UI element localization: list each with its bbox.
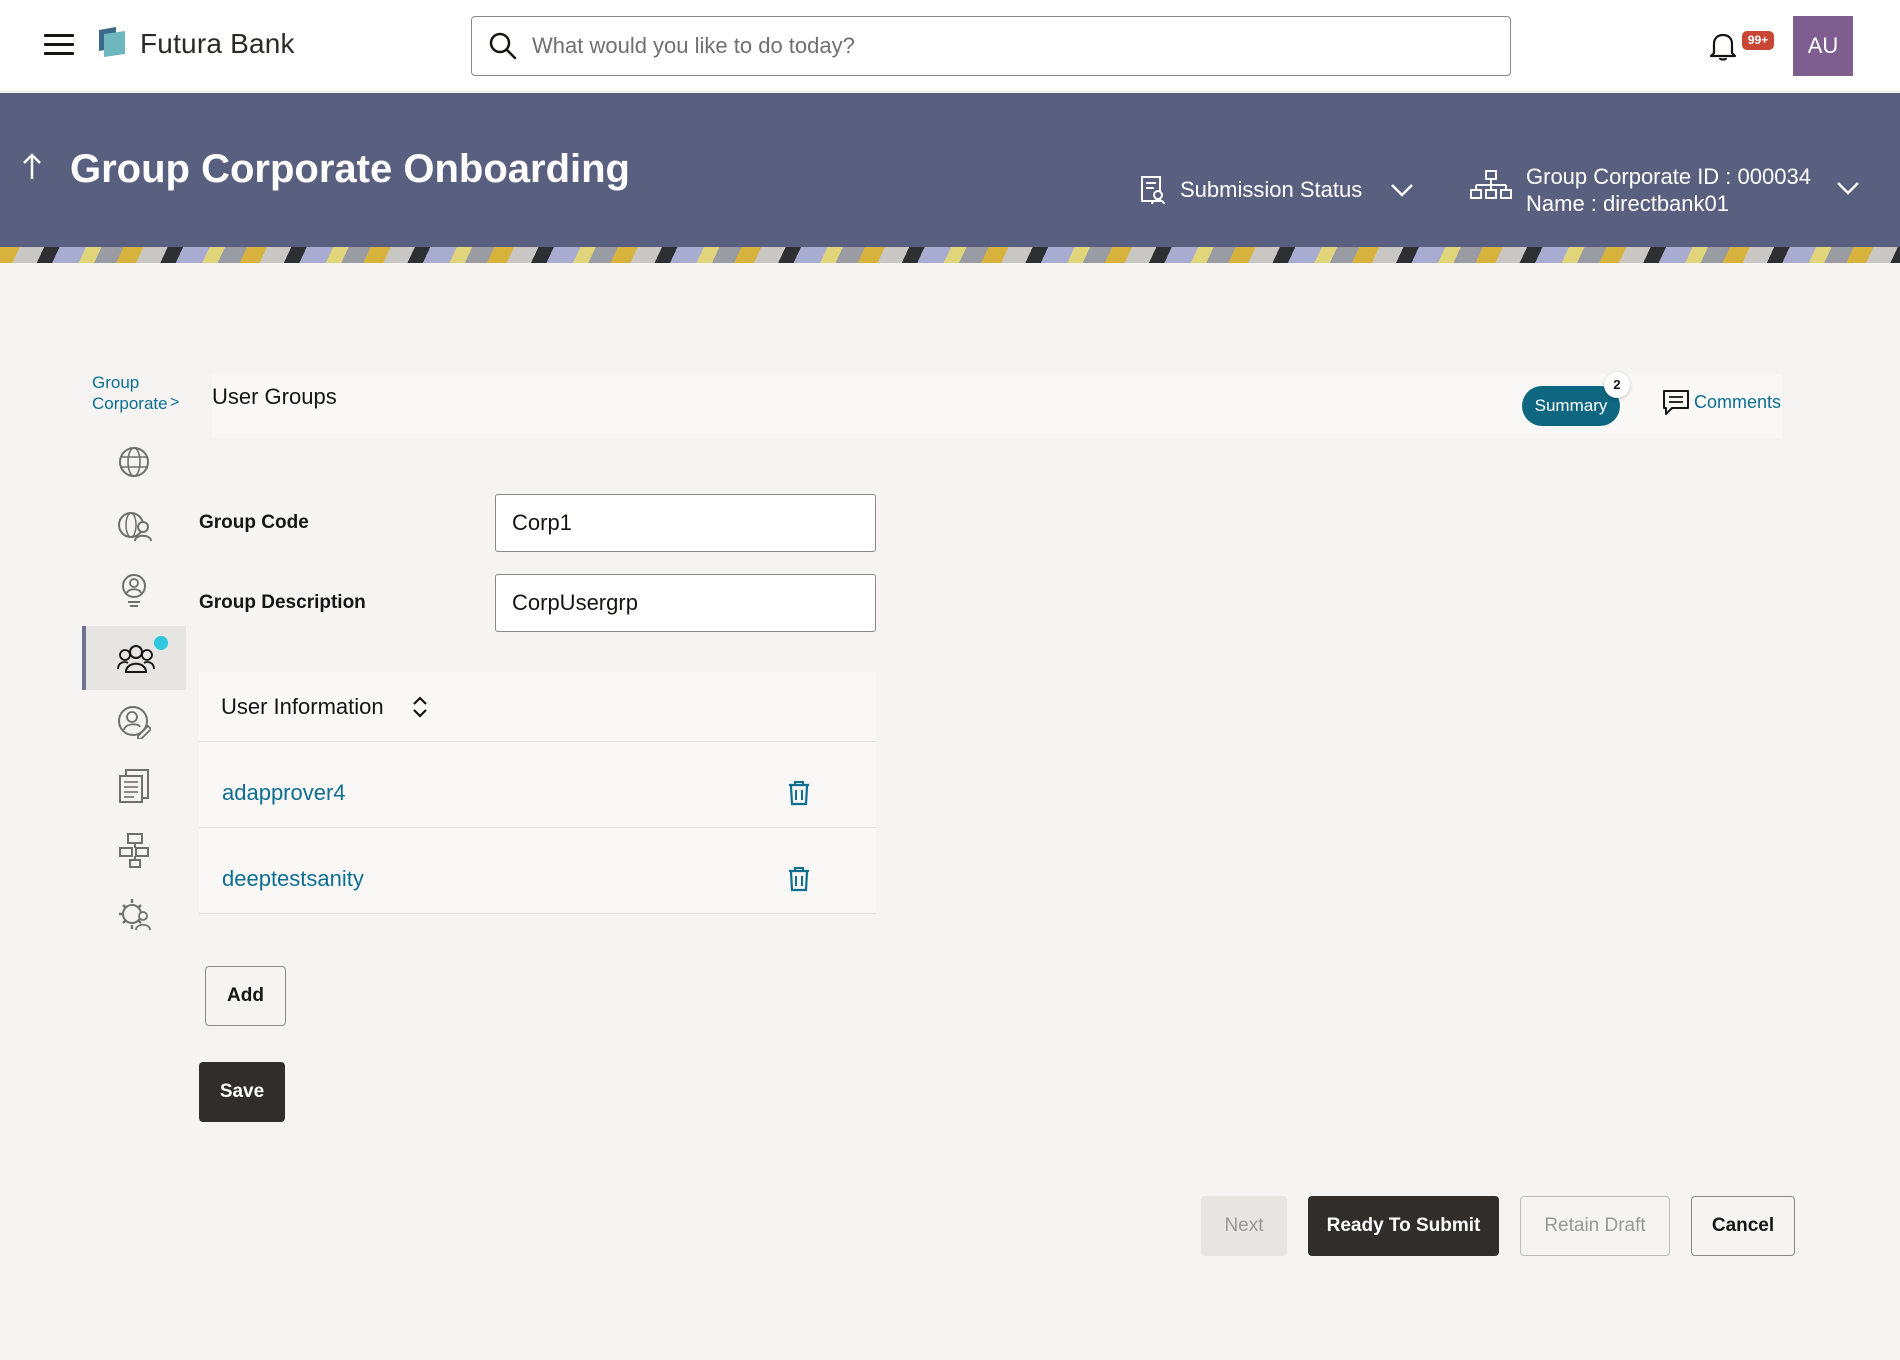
globe-user-icon <box>118 512 152 542</box>
sidebar-item-user-profile[interactable] <box>82 558 186 622</box>
group-description-label: Group Description <box>199 592 366 613</box>
page-header-banner: Group Corporate Onboarding Submission St… <box>0 93 1900 263</box>
sidebar-item-global-users[interactable] <box>82 494 186 558</box>
sidebar-item-user-groups[interactable] <box>82 626 186 690</box>
hamburger-menu-icon[interactable] <box>44 34 74 56</box>
group-code-label: Group Code <box>199 512 309 533</box>
delete-trash-icon[interactable] <box>787 780 811 806</box>
breadcrumb-group-corporate[interactable]: Group Corporate > <box>92 372 187 414</box>
user-information-title: User Information <box>221 694 384 719</box>
back-arrow-icon[interactable] <box>20 151 44 183</box>
sidebar-item-reports[interactable] <box>82 754 186 818</box>
globe-icon <box>119 447 149 477</box>
group-corporate-name: Name : directbank01 <box>1526 191 1729 216</box>
sidebar-item-user-edit[interactable] <box>82 690 186 754</box>
section-header: User Groups Summary 2 Comments <box>212 372 1782 438</box>
user-row: deeptestsanity <box>199 828 876 914</box>
top-bar: Futura Bank 99+ AU <box>0 0 1900 92</box>
workflow-icon <box>119 833 149 868</box>
notification-count-badge: 99+ <box>1742 31 1774 50</box>
summary-count-badge: 2 <box>1604 372 1630 398</box>
group-code-input[interactable] <box>495 494 876 552</box>
user-edit-icon <box>118 706 151 739</box>
comment-icon <box>1663 390 1689 415</box>
user-link[interactable]: adapprover4 <box>222 780 346 806</box>
sidebar-item-settings-users[interactable] <box>82 882 186 946</box>
search-icon <box>489 32 517 60</box>
retain-draft-button[interactable]: Retain Draft <box>1520 1196 1670 1256</box>
save-button[interactable]: Save <box>199 1062 285 1122</box>
banner-decorative-stripe <box>0 247 1900 263</box>
active-indicator-dot <box>154 636 168 650</box>
comments-button[interactable]: Comments <box>1662 388 1781 416</box>
section-title: User Groups <box>212 384 337 409</box>
hierarchy-icon <box>1470 170 1512 199</box>
submission-status-dropdown[interactable]: Submission Status <box>1140 173 1414 207</box>
cancel-button[interactable]: Cancel <box>1691 1196 1795 1256</box>
user-information-table: User Information adapprover4 deeptestsan… <box>199 672 876 914</box>
chevron-down-icon <box>1391 184 1414 197</box>
user-badge-icon <box>122 574 146 607</box>
sort-toggle-icon[interactable] <box>412 696 428 718</box>
futura-bank-logo <box>99 27 125 57</box>
sidebar-item-workflow[interactable] <box>82 818 186 882</box>
group-description-input[interactable] <box>495 574 876 632</box>
user-row: adapprover4 <box>199 742 876 828</box>
brand-name: Futura Bank <box>140 28 295 59</box>
add-user-button[interactable]: Add <box>205 966 286 1026</box>
comments-label: Comments <box>1694 391 1782 412</box>
ready-to-submit-button[interactable]: Ready To Submit <box>1308 1196 1499 1256</box>
next-button[interactable]: Next <box>1201 1196 1287 1256</box>
gear-user-icon <box>119 899 151 931</box>
sidebar-item-global-details[interactable] <box>82 430 186 494</box>
document-list-icon <box>119 769 149 803</box>
user-information-header: User Information <box>199 672 876 742</box>
user-avatar[interactable]: AU <box>1793 16 1853 76</box>
search-input[interactable] <box>532 27 1492 65</box>
submission-document-icon <box>1141 176 1165 205</box>
submission-status-label: Submission Status <box>1180 177 1363 202</box>
notification-bell-icon[interactable] <box>1708 30 1738 62</box>
chevron-right-icon: > <box>170 394 180 411</box>
page-title: Group Corporate Onboarding <box>70 147 630 191</box>
search-bar[interactable] <box>471 16 1511 76</box>
user-group-icon <box>117 645 155 673</box>
user-link[interactable]: deeptestsanity <box>222 866 364 892</box>
chevron-down-icon <box>1837 182 1859 195</box>
group-corporate-id: Group Corporate ID : 000034 <box>1526 164 1811 189</box>
breadcrumb-line-1: Group <box>92 373 140 392</box>
delete-trash-icon[interactable] <box>787 866 811 892</box>
group-corporate-info-dropdown[interactable]: Group Corporate ID : 000034 Name : direc… <box>1470 163 1859 217</box>
